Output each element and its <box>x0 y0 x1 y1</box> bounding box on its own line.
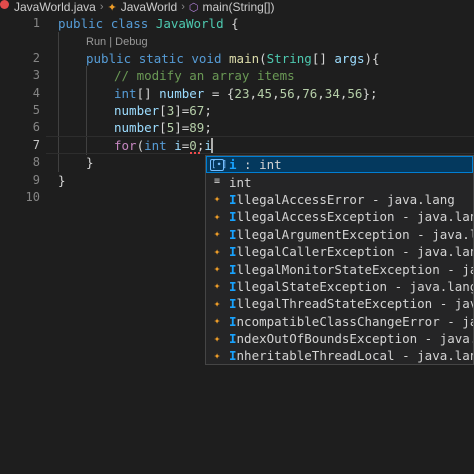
code-line-3[interactable]: // modify an array items <box>114 67 295 84</box>
breadcrumb: JavaWorld.java › ✦ JavaWorld › ⬡ main(St… <box>0 0 474 14</box>
suggestion-rest: ndexOutOfBoundsException - java.lang <box>236 331 473 347</box>
suggestion-label: int <box>229 175 252 190</box>
suggestion-rest: nheritableThreadLocal - java.lang <box>236 348 474 364</box>
suggestion-label: IllegalAccessError - java.lang <box>229 192 455 207</box>
suggestion-match: I <box>229 209 237 225</box>
suggestion-label: IllegalAccessException - java.lang <box>229 209 474 225</box>
suggestion-rest: llegalStateException - java.lang <box>236 278 474 294</box>
suggestion-match: I <box>229 244 237 260</box>
line-number: 8 <box>32 155 40 169</box>
suggestion-label: InheritableThreadLocal - java.lang <box>229 348 474 364</box>
suggestion-item[interactable]: ✦ IllegalMonitorStateException - java.lan… <box>206 260 473 277</box>
line-number: 3 <box>32 68 40 82</box>
class-icon: ✦ <box>213 192 221 206</box>
code-line-2[interactable]: public static void main(String[] args){ <box>86 50 380 67</box>
suggestion-label: i : int <box>229 157 282 172</box>
suggestion-rest: llegalAccessException - java.lang <box>236 209 474 225</box>
suggestion-label: IllegalStateException - java.lang <box>229 278 474 294</box>
suggestion-rest: : int <box>236 157 282 173</box>
class-icon: ✦ <box>213 244 221 258</box>
class-icon: ✦ <box>213 348 221 362</box>
line-number: 6 <box>32 120 40 134</box>
suggestion-rest: llegalMonitorStateException - java.lang <box>236 261 473 277</box>
method-icon: ⬡ <box>188 1 199 14</box>
suggestion-item[interactable]: ✦ IndexOutOfBoundsException - java.lang <box>206 330 473 347</box>
suggestion-label: IllegalThreadStateException - java.lang <box>229 296 473 312</box>
suggestion-rest: llegalCallerException - java.lang <box>236 244 474 260</box>
class-icon: ✦ <box>107 1 117 14</box>
suggestion-match: I <box>229 191 237 207</box>
class-icon: ✦ <box>213 296 221 310</box>
line-number: 7 <box>32 138 40 152</box>
line-number: 4 <box>32 86 40 100</box>
breadcrumb-class[interactable]: JavaWorld <box>121 0 177 14</box>
class-icon: ✦ <box>213 314 221 328</box>
suggestion-label: IllegalCallerException - java.lang <box>229 244 474 260</box>
suggestion-label: IllegalArgumentException - java.lang <box>229 226 474 242</box>
line-number: 9 <box>32 173 40 187</box>
line-number: 2 <box>32 51 40 65</box>
class-icon: ✦ <box>213 331 221 345</box>
chevron-right-icon: › <box>99 1 104 13</box>
error-indicator-icon <box>0 0 9 9</box>
code-line-5[interactable]: number[3]=67; <box>114 102 212 119</box>
suggestion-rest: llegalAccessError - java.lang <box>236 191 455 207</box>
code-line-4[interactable]: int[] number = {23,45,56,76,34,56}; <box>114 85 378 102</box>
code-line-8[interactable]: } <box>86 154 94 171</box>
suggestion-match: I <box>229 226 237 242</box>
suggestion-item[interactable]: ≡ int <box>206 173 473 190</box>
line-number: 1 <box>32 16 40 30</box>
codelens-run-debug[interactable]: Run | Debug <box>86 36 148 48</box>
suggestion-match: I <box>229 331 237 347</box>
code-line-1[interactable]: public class JavaWorld { <box>58 15 239 32</box>
autocomplete-suggestions: [∙] i : int ≡ int ✦ IllegalAccessError - java… <box>205 155 474 365</box>
active-line-highlight <box>46 136 474 154</box>
code-line-6[interactable]: number[5]=89; <box>114 119 212 136</box>
suggestion-item[interactable]: ✦ IllegalArgumentException - java.lang <box>206 226 473 243</box>
suggestion-item[interactable]: ✦ IllegalCallerException - java.lang <box>206 243 473 260</box>
suggestion-item[interactable]: ✦ IllegalAccessException - java.lang <box>206 208 473 225</box>
suggestion-match: I <box>229 278 237 294</box>
class-icon: ✦ <box>213 209 221 223</box>
breadcrumb-file[interactable]: JavaWorld.java <box>14 0 96 14</box>
suggestion-rest: int <box>229 174 252 190</box>
suggestion-match: I <box>229 261 237 277</box>
suggestion-item[interactable]: ✦ IllegalAccessError - java.lang <box>206 191 473 208</box>
error-squiggle <box>190 151 200 154</box>
suggestion-item[interactable]: [∙] i : int <box>206 156 473 174</box>
suggestion-match: I <box>229 296 237 312</box>
suggestion-label: IncompatibleClassChangeError - java.lang <box>229 313 473 329</box>
variable-icon: [∙] <box>210 158 228 171</box>
line-number: 10 <box>25 190 40 204</box>
suggestion-rest: ncompatibleClassChangeError - java.lang <box>236 313 473 329</box>
suggestion-item[interactable]: ✦ IncompatibleClassChangeError - java.lan… <box>206 313 473 330</box>
suggestion-match: I <box>229 313 237 329</box>
suggestion-rest: llegalThreadStateException - java.lang <box>236 296 473 312</box>
suggestion-label: IndexOutOfBoundsException - java.lang <box>229 331 473 347</box>
suggestion-item[interactable]: ✦ IllegalStateException - java.lang <box>206 278 473 295</box>
text-cursor <box>211 138 213 153</box>
line-number: 5 <box>32 103 40 117</box>
suggestion-label: IllegalMonitorStateException - java.lang <box>229 261 473 277</box>
keyword-icon: ≡ <box>213 176 221 188</box>
suggestion-rest: llegalArgumentException - java.lang <box>236 226 474 242</box>
class-icon: ✦ <box>213 227 221 241</box>
breadcrumb-method[interactable]: main(String[]) <box>202 0 274 14</box>
suggestion-match: i <box>229 157 237 173</box>
class-icon: ✦ <box>213 279 221 293</box>
suggestion-item[interactable]: ✦ IllegalThreadStateException - java.lang <box>206 295 473 312</box>
class-icon: ✦ <box>213 262 221 276</box>
suggestion-item[interactable]: ✦ InheritableThreadLocal - java.lang <box>206 347 473 364</box>
suggestion-match: I <box>229 348 237 364</box>
chevron-right-icon: › <box>181 1 185 13</box>
code-line-9[interactable]: } <box>58 172 66 189</box>
